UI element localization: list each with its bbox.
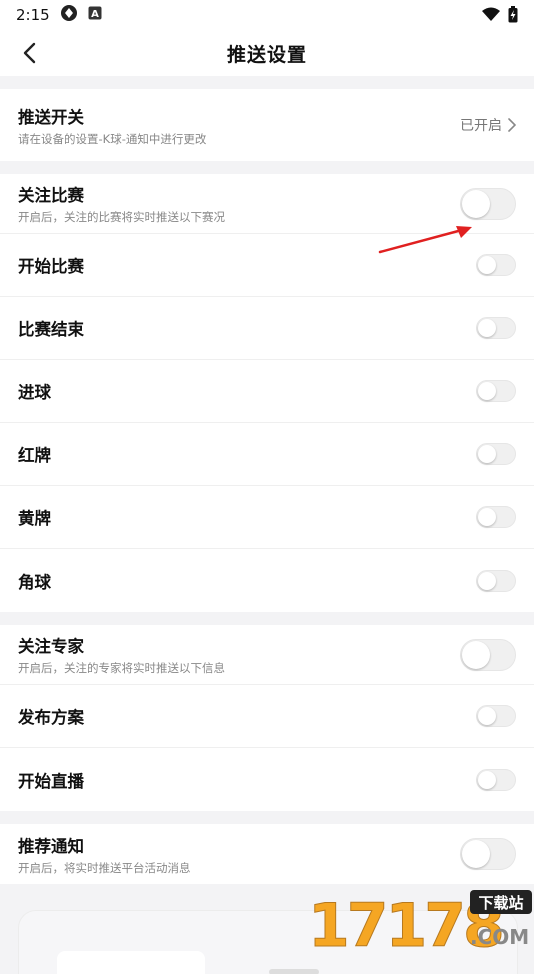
match-item-label: 进球 xyxy=(18,383,51,402)
card-bar xyxy=(269,969,319,974)
card-placeholder xyxy=(57,951,205,974)
recommend-row: 推荐通知 开启后，将实时推送平台活动消息 xyxy=(0,824,534,884)
chevron-right-icon xyxy=(508,118,516,132)
push-switch-status[interactable]: 已开启 xyxy=(460,115,516,135)
match-start-toggle[interactable] xyxy=(476,254,516,276)
push-switch-row[interactable]: 推送开关 请在设备的设置-K球-通知中进行更改 已开启 xyxy=(0,89,534,161)
follow-expert-toggle[interactable] xyxy=(460,638,516,671)
match-item-row: 进球 xyxy=(0,360,534,423)
status-bar: 2:15 A xyxy=(0,0,534,30)
section-gap xyxy=(0,161,534,174)
match-item-label: 开始比赛 xyxy=(18,257,84,276)
follow-match-toggle[interactable] xyxy=(460,187,516,220)
match-item-row: 黄牌 xyxy=(0,486,534,549)
nav-bar: 推送设置 xyxy=(0,30,534,76)
red-card-toggle[interactable] xyxy=(476,443,516,465)
match-item-label: 黄牌 xyxy=(18,509,51,528)
start-live-toggle[interactable] xyxy=(476,768,516,791)
section-gap xyxy=(0,811,534,824)
section-gap xyxy=(0,76,534,89)
corner-toggle[interactable] xyxy=(476,569,516,592)
follow-expert-label: 关注专家 xyxy=(18,637,84,656)
match-item-row: 角球 xyxy=(0,549,534,612)
yellow-card-toggle[interactable] xyxy=(476,506,516,528)
match-item-label: 比赛结束 xyxy=(18,320,84,339)
follow-match-hint: 开启后，关注的比赛将实时推送以下赛况 xyxy=(18,210,225,224)
annotation-arrow-icon xyxy=(378,226,472,254)
follow-expert-row: 关注专家 开启后，关注的专家将实时推送以下信息 xyxy=(0,625,534,685)
recommend-hint: 开启后，将实时推送平台活动消息 xyxy=(18,860,191,875)
svg-text:A: A xyxy=(91,9,99,20)
expert-item-row: 开始直播 xyxy=(0,748,534,811)
match-item-row: 红牌 xyxy=(0,423,534,486)
expert-item-row: 发布方案 xyxy=(0,685,534,748)
back-button[interactable] xyxy=(14,38,44,68)
recommend-label: 推荐通知 xyxy=(18,836,84,856)
push-switch-hint: 请在设备的设置-K球-通知中进行更改 xyxy=(18,131,207,146)
expert-item-label: 发布方案 xyxy=(18,708,84,727)
wifi-icon xyxy=(482,7,500,26)
expert-item-label: 开始直播 xyxy=(18,771,84,791)
match-end-toggle[interactable] xyxy=(476,317,516,339)
page-title: 推送设置 xyxy=(226,43,307,66)
follow-expert-hint: 开启后，关注的专家将实时推送以下信息 xyxy=(18,661,225,675)
recommend-toggle[interactable] xyxy=(460,838,516,870)
chevron-left-icon xyxy=(23,42,36,64)
match-item-label: 红牌 xyxy=(18,446,51,465)
battery-charging-icon xyxy=(508,6,518,27)
match-item-label: 角球 xyxy=(18,572,51,592)
follow-match-label: 关注比赛 xyxy=(18,186,84,205)
match-item-row: 比赛结束 xyxy=(0,297,534,360)
a-badge-icon: A xyxy=(88,6,102,24)
status-time: 2:15 xyxy=(16,6,50,24)
publish-plan-toggle[interactable] xyxy=(476,705,516,727)
shield-icon xyxy=(60,4,78,26)
goal-toggle[interactable] xyxy=(476,380,516,402)
section-gap xyxy=(0,612,534,625)
push-switch-value: 已开启 xyxy=(460,118,502,134)
watermark-tag: 下载站 xyxy=(478,894,523,912)
push-switch-label: 推送开关 xyxy=(18,107,84,127)
site-watermark: 17178 下载站 .COM xyxy=(308,888,534,962)
watermark-domain: .COM xyxy=(470,925,529,949)
